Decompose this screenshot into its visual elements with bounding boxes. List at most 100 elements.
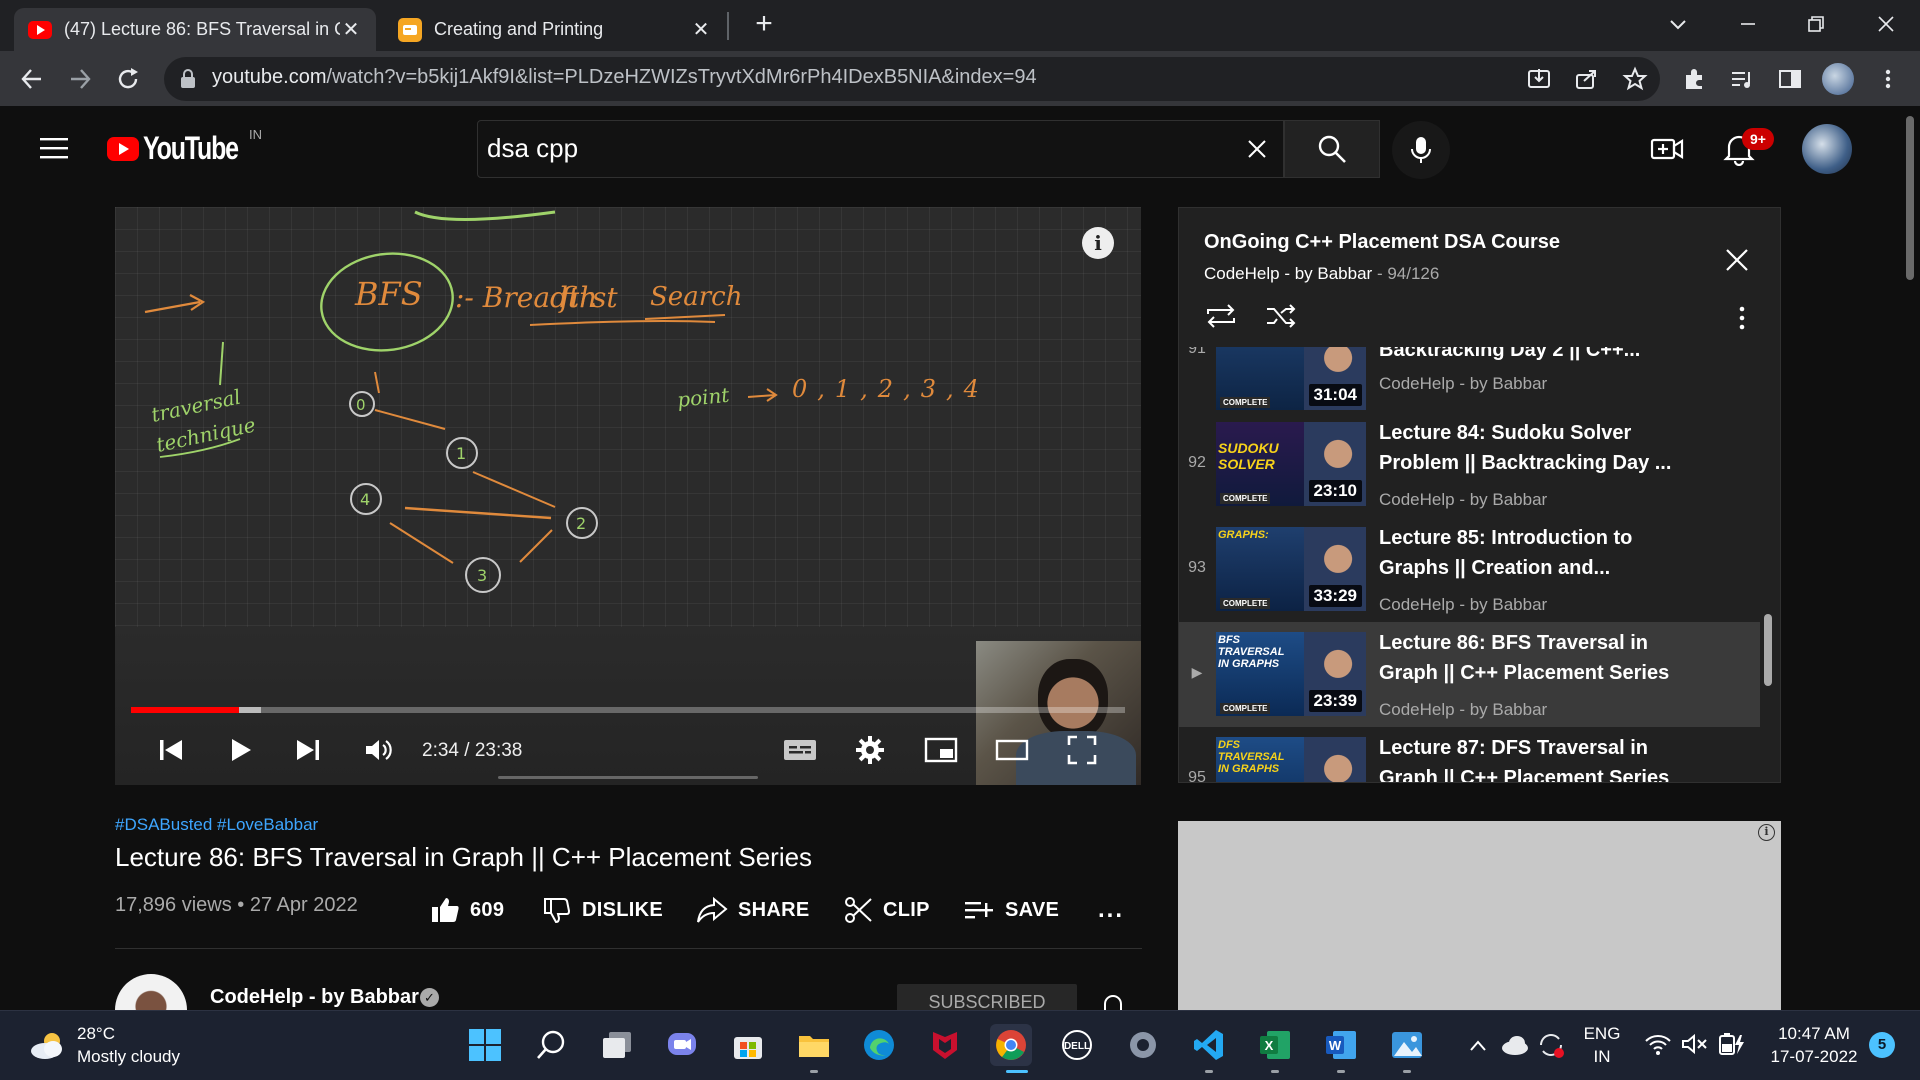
save-button[interactable]: SAVE	[963, 892, 1059, 928]
task-view-icon[interactable]	[596, 1024, 638, 1066]
playlist-item[interactable]: 95 DFS TRAVERSAL IN GRAPHS Lecture 87: D…	[1179, 727, 1760, 782]
language-indicator[interactable]: ENG	[1580, 1024, 1624, 1044]
voice-search-button[interactable]	[1392, 121, 1450, 179]
lock-icon[interactable]	[178, 68, 198, 90]
install-app-icon[interactable]	[1523, 63, 1555, 95]
info-icon[interactable]: i	[1082, 227, 1114, 259]
previous-video-button[interactable]	[148, 727, 194, 773]
youtube-logo-icon[interactable]	[107, 134, 139, 164]
settings-app-icon[interactable]	[1122, 1024, 1164, 1066]
word-icon[interactable]: W	[1320, 1024, 1362, 1066]
extensions-icon[interactable]	[1678, 63, 1710, 95]
dislike-button[interactable]: DISLIKE	[542, 892, 663, 928]
chrome-icon[interactable]	[990, 1024, 1032, 1066]
playlist-menu-icon[interactable]	[1732, 303, 1752, 333]
subtitles-button[interactable]	[777, 727, 823, 773]
video-hashtags[interactable]: #DSABusted #LoveBabbar	[115, 815, 318, 835]
browser-menu-icon[interactable]	[1872, 63, 1904, 95]
loop-playlist-icon[interactable]	[1204, 301, 1238, 331]
ad-info-icon[interactable]: i	[1758, 824, 1775, 841]
file-explorer-icon[interactable]	[793, 1024, 835, 1066]
mcafee-icon[interactable]	[924, 1024, 966, 1066]
volume-button[interactable]	[355, 727, 401, 773]
video-player[interactable]: 0 1 2 3 4 BFS :- Breadth first Search tr…	[115, 207, 1141, 785]
close-playlist-icon[interactable]	[1722, 245, 1752, 275]
side-panel-icon[interactable]	[1774, 63, 1806, 95]
microsoft-store-icon[interactable]	[727, 1024, 769, 1066]
theater-mode-button[interactable]	[989, 727, 1035, 773]
profile-avatar[interactable]	[1822, 63, 1854, 95]
share-button[interactable]: SHARE	[696, 892, 810, 928]
playlist-channel[interactable]: CodeHelp - by Babbar	[1204, 264, 1372, 283]
new-tab-icon[interactable]: +	[748, 8, 780, 40]
weather-icon[interactable]	[28, 1030, 68, 1060]
forward-icon[interactable]	[64, 63, 96, 95]
reload-icon[interactable]	[112, 63, 144, 95]
clip-button[interactable]: CLIP	[843, 892, 930, 928]
media-control-icon[interactable]	[1726, 63, 1758, 95]
close-tab-icon[interactable]: ✕	[340, 17, 362, 42]
play-button[interactable]	[217, 727, 263, 773]
back-icon[interactable]	[16, 63, 48, 95]
sync-icon[interactable]	[1536, 1030, 1566, 1060]
playlist-item-current[interactable]: ▶ BFS TRAVERSAL IN GRAPHS COMPLETE 23:39…	[1179, 622, 1760, 727]
playlist-item[interactable]: 92 SUDOKU SOLVER COMPLETE 23:10 Lecture …	[1179, 412, 1760, 517]
battery-charging-icon[interactable]	[1716, 1032, 1746, 1056]
weather-temperature[interactable]: 28°C	[77, 1024, 115, 1044]
dell-icon[interactable]: DELL	[1056, 1024, 1098, 1066]
channel-name[interactable]: CodeHelp - by Babbar	[210, 986, 419, 1009]
close-tab-icon[interactable]: ✕	[690, 17, 712, 42]
tab-search-icon[interactable]	[1664, 10, 1692, 38]
settings-button[interactable]	[847, 727, 893, 773]
vscode-icon[interactable]	[1188, 1024, 1230, 1066]
search-icon[interactable]	[530, 1024, 572, 1066]
bookmark-star-icon[interactable]	[1619, 63, 1651, 95]
tab-youtube[interactable]: (47) Lecture 86: BFS Traversal in G ✕	[14, 8, 376, 51]
video-thumbnail[interactable]: BFS TRAVERSAL IN GRAPHS COMPLETE 23:39	[1216, 632, 1366, 716]
restore-icon[interactable]	[1802, 10, 1830, 38]
onedrive-cloud-icon[interactable]	[1500, 1034, 1530, 1056]
video-thumbnail[interactable]: SUDOKU SOLVER COMPLETE 23:10	[1216, 422, 1366, 506]
create-video-icon[interactable]	[1650, 134, 1684, 164]
wifi-icon[interactable]	[1644, 1032, 1672, 1056]
edge-browser-icon[interactable]	[858, 1024, 900, 1066]
fullscreen-button[interactable]	[1059, 727, 1105, 773]
clear-search-icon[interactable]	[1244, 136, 1270, 162]
excel-icon[interactable]: X	[1254, 1024, 1296, 1066]
clock-time[interactable]: 10:47 AM	[1762, 1024, 1866, 1044]
ad-slot[interactable]: i	[1178, 821, 1781, 1010]
more-actions-button[interactable]: ...	[1098, 892, 1124, 928]
minimize-icon[interactable]	[1734, 10, 1762, 38]
show-hidden-icons-chevron-icon[interactable]	[1467, 1036, 1489, 1056]
start-menu-icon[interactable]	[464, 1024, 506, 1066]
hamburger-menu-icon[interactable]	[38, 135, 70, 161]
notification-count-badge[interactable]: 5	[1869, 1032, 1895, 1058]
site-icon	[398, 17, 422, 42]
playlist-title[interactable]: OnGoing C++ Placement DSA Course	[1204, 231, 1560, 254]
url-text[interactable]: youtube.com/watch?v=b5kij1Akf9I&list=PLD…	[212, 66, 1037, 89]
teams-chat-icon[interactable]	[661, 1024, 703, 1066]
next-video-button[interactable]	[285, 727, 331, 773]
video-thumbnail[interactable]: GRAPHS: COMPLETE 33:29	[1216, 527, 1366, 611]
search-input[interactable]: dsa cpp	[487, 133, 578, 164]
tab-creating-printing[interactable]: Creating and Printing ✕	[384, 8, 726, 51]
language-region[interactable]: IN	[1580, 1047, 1624, 1067]
speaker-muted-icon[interactable]	[1680, 1032, 1708, 1056]
playlist-scrollbar[interactable]	[1764, 614, 1772, 686]
account-avatar[interactable]	[1802, 124, 1852, 174]
search-box[interactable]	[477, 120, 1284, 178]
video-thumbnail[interactable]: DFS TRAVERSAL IN GRAPHS	[1216, 737, 1366, 782]
share-page-icon[interactable]	[1571, 63, 1603, 95]
miniplayer-button[interactable]	[918, 727, 964, 773]
playlist-item[interactable]: 93 GRAPHS: COMPLETE 33:29 Lecture 85: In…	[1179, 517, 1760, 622]
photos-icon[interactable]	[1386, 1024, 1428, 1066]
page-scrollbar-thumb[interactable]	[1906, 116, 1914, 280]
video-progress-bar[interactable]	[131, 707, 1125, 713]
shuffle-icon[interactable]	[1264, 301, 1298, 331]
search-button[interactable]	[1284, 120, 1380, 178]
clock-date[interactable]: 17-07-2022	[1762, 1047, 1866, 1067]
youtube-logo-text[interactable]: YouTube	[143, 130, 239, 167]
weather-description[interactable]: Mostly cloudy	[77, 1047, 180, 1067]
like-button[interactable]: 609	[430, 892, 504, 928]
close-window-icon[interactable]	[1872, 10, 1900, 38]
